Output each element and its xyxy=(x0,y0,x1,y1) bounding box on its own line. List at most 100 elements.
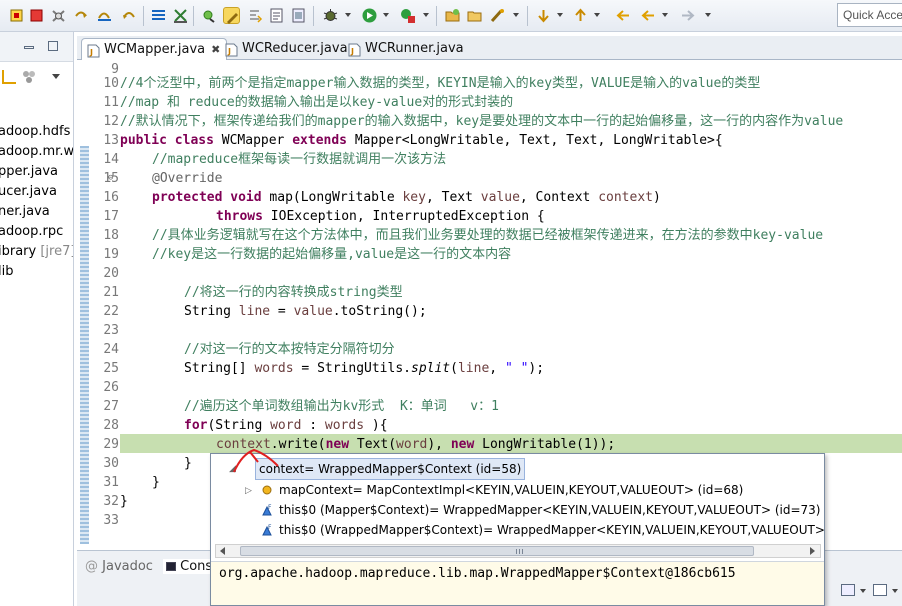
step-into-icon[interactable] xyxy=(73,7,90,24)
svg-text:J: J xyxy=(350,47,354,56)
code-line: 10//4个泛型中，前两个是指定mapper输入数据的类型，KEYIN是输入的k… xyxy=(103,76,761,91)
show-whitespace-icon[interactable] xyxy=(268,7,285,24)
package-explorer-header xyxy=(0,32,73,62)
package-explorer: adoop.hdfs adoop.mr.w pper.java ucer.jav… xyxy=(0,32,74,606)
javadoc-icon: @ xyxy=(85,559,98,574)
debug-icon[interactable] xyxy=(322,7,339,24)
final-field-icon: F xyxy=(262,504,272,516)
step-over-icon[interactable] xyxy=(96,7,113,24)
tab-label: WCMapper.java xyxy=(104,42,206,57)
forward-icon[interactable] xyxy=(679,7,696,24)
last-edit-location-icon[interactable] xyxy=(615,7,632,24)
java-file-icon: J xyxy=(225,43,238,57)
next-annotation-icon[interactable] xyxy=(535,7,552,24)
view-menu-chevron-icon[interactable] xyxy=(52,74,60,79)
code-line: 17 throws IOException, InterruptedExcepti… xyxy=(103,209,545,224)
tab-javadoc[interactable]: @ Javadoc xyxy=(85,559,153,574)
project-tree: adoop.hdfs adoop.mr.w pper.java ucer.jav… xyxy=(0,122,74,282)
variable-detail-pane[interactable]: org.apache.hadoop.mapreduce.lib.map.Wrap… xyxy=(211,561,824,605)
editor-tab-bar: J WCMapper.java ✖ J WCReducer.java J WCRu… xyxy=(77,36,902,61)
back-icon[interactable] xyxy=(640,7,657,24)
jre-label: [jre7] xyxy=(40,244,74,259)
use-step-filters-icon[interactable] xyxy=(150,7,167,24)
tree-item[interactable]: ucer.java xyxy=(0,182,73,202)
tree-item[interactable]: ibrary [jre7] xyxy=(0,242,74,262)
svg-text:J: J xyxy=(89,48,93,57)
drop-to-frame-icon[interactable] xyxy=(172,7,189,24)
expand-icon[interactable]: ▷ xyxy=(245,481,252,501)
previous-annotation-icon[interactable] xyxy=(572,7,589,24)
code-line: 22 String line = value.toString(); xyxy=(103,304,427,319)
tree-row[interactable]: F this$0 (Mapper$Context)= WrappedMapper… xyxy=(211,500,824,520)
code-line: 13 public class WCMapper extends Mapper<L… xyxy=(103,133,723,148)
variable-inspect-popup[interactable]: ◢ context= WrappedMapper$Context (id=58)… xyxy=(210,453,825,606)
block-selection-icon[interactable] xyxy=(290,7,307,24)
maximize-icon[interactable] xyxy=(48,41,58,51)
svg-text:F: F xyxy=(268,504,272,511)
variable-tree: ◢ context= WrappedMapper$Context (id=58)… xyxy=(211,454,824,540)
tree-item[interactable]: pper.java xyxy=(0,162,73,182)
code-line: 20 xyxy=(103,266,119,281)
run-icon[interactable] xyxy=(361,7,378,24)
code-line: 26 xyxy=(103,380,119,395)
code-line: 15 ⊖ @Override xyxy=(103,169,223,188)
code-line: 24//对这一行的文本按特定分隔符切分 xyxy=(103,342,395,357)
code-line: 11//map 和 reduce的数据输入输出是以key-value对的形式封装… xyxy=(103,95,514,110)
code-line: 19//key是这一行数据的起始偏移量,value是这一行的文本内容 xyxy=(103,247,512,262)
tab-wcreducer[interactable]: J WCReducer.java xyxy=(220,38,354,61)
new-project-icon[interactable] xyxy=(200,7,217,24)
svg-text:J: J xyxy=(227,47,231,56)
scrollbar-thumb[interactable] xyxy=(240,546,754,556)
disconnect-icon[interactable] xyxy=(50,7,67,24)
tab-console[interactable]: Cons xyxy=(163,559,216,574)
code-line: 28 for(String word : words ){ xyxy=(103,418,388,433)
minimize-icon[interactable] xyxy=(24,46,34,49)
field-icon xyxy=(262,485,272,495)
open-type-icon[interactable] xyxy=(489,7,506,24)
tree-item[interactable]: adoop.rpc xyxy=(0,222,73,242)
horizontal-scrollbar[interactable] xyxy=(215,544,821,558)
view-menu-icon[interactable] xyxy=(22,70,38,87)
code-line: 25 String[] words = StringUtils.split(lin… xyxy=(103,361,545,376)
tab-wcmapper[interactable]: J WCMapper.java ✖ xyxy=(81,38,228,61)
close-tab-icon[interactable]: ✖ xyxy=(211,43,220,56)
console-menu-chevron-icon[interactable] xyxy=(860,589,866,593)
skip-breakpoints-icon[interactable] xyxy=(8,7,25,24)
console-icon xyxy=(166,562,176,571)
toggle-whitespace-icon[interactable] xyxy=(246,7,263,24)
open-console-chevron-icon[interactable] xyxy=(892,589,898,593)
tree-item-label: ibrary xyxy=(0,244,37,259)
code-line-current: 29 context.write(new Text(word), new Long… xyxy=(103,437,616,452)
open-folder-icon[interactable] xyxy=(466,7,483,24)
tree-item[interactable]: lib xyxy=(0,262,73,282)
tree-item[interactable]: adoop.mr.w xyxy=(0,142,73,162)
svg-text:F: F xyxy=(268,524,272,531)
code-line: 23 xyxy=(103,323,119,338)
code-line: 21//将这一行的内容转换成string类型 xyxy=(103,285,403,300)
fold-toggle-icon[interactable]: ⊖ xyxy=(108,169,113,188)
java-file-icon: J xyxy=(348,43,361,57)
link-with-editor-icon[interactable] xyxy=(2,70,16,84)
tree-row[interactable]: ▷ mapContext= MapContextImpl<KEYIN,VALUE… xyxy=(211,480,824,500)
scroll-right-icon[interactable] xyxy=(810,547,815,555)
code-line: 12//默认情况下，框架传递给我们的mapper的输入数据中，key是要处理的文… xyxy=(103,114,844,129)
run-external-tools-icon[interactable] xyxy=(399,7,416,24)
java-file-icon: J xyxy=(87,44,100,58)
new-java-package-icon[interactable] xyxy=(444,7,461,24)
code-line: 16 protected void map(LongWritable key, T… xyxy=(103,190,661,205)
quick-access-input[interactable]: Quick Access xyxy=(837,3,902,27)
tree-item[interactable]: adoop.hdfs xyxy=(0,122,73,142)
terminate-icon[interactable] xyxy=(28,7,45,24)
open-console-icon[interactable] xyxy=(873,584,887,596)
tree-row-context[interactable]: ◢ context= WrappedMapper$Context (id=58) xyxy=(211,458,824,480)
tab-label: WCReducer.java xyxy=(242,41,348,56)
step-return-icon[interactable] xyxy=(121,7,138,24)
main-toolbar: Quick Access xyxy=(0,0,902,32)
scroll-left-icon[interactable] xyxy=(220,547,225,555)
toggle-mark-occurrences-icon[interactable] xyxy=(223,7,240,24)
tree-item[interactable]: ner.java xyxy=(0,202,73,222)
tab-wcrunner[interactable]: J WCRunner.java xyxy=(343,38,470,61)
tree-row[interactable]: F this$0 (WrappedMapper$Context)= Wrappe… xyxy=(211,520,824,540)
display-selected-console-icon[interactable] xyxy=(841,584,855,596)
code-line: 14//mapreduce框架每读一行数据就调用一次该方法 xyxy=(103,152,447,167)
